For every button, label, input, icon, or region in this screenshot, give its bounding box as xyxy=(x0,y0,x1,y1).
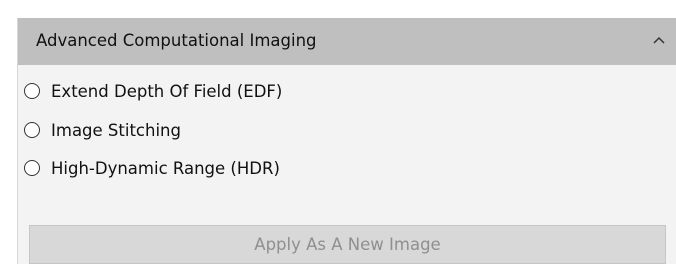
top-strip xyxy=(0,0,676,18)
option-high-dynamic-range[interactable]: High-Dynamic Range (HDR) xyxy=(24,152,280,184)
radio-button[interactable] xyxy=(24,122,40,138)
advanced-computational-imaging-panel: Advanced Computational Imaging Extend De… xyxy=(17,18,676,264)
panel-header[interactable]: Advanced Computational Imaging xyxy=(18,18,676,65)
apply-as-new-image-button[interactable]: Apply As A New Image xyxy=(29,225,666,264)
option-label: Image Stitching xyxy=(51,120,181,140)
panel-title: Advanced Computational Imaging xyxy=(36,31,317,50)
radio-button[interactable] xyxy=(24,83,40,99)
radio-button[interactable] xyxy=(24,160,40,176)
chevron-up-icon xyxy=(653,36,665,44)
option-extend-depth-of-field[interactable]: Extend Depth Of Field (EDF) xyxy=(24,75,282,107)
option-image-stitching[interactable]: Image Stitching xyxy=(24,114,181,146)
option-label: High-Dynamic Range (HDR) xyxy=(51,158,280,178)
collapse-button[interactable] xyxy=(642,18,676,65)
option-label: Extend Depth Of Field (EDF) xyxy=(51,81,283,101)
apply-button-label: Apply As A New Image xyxy=(254,235,441,254)
